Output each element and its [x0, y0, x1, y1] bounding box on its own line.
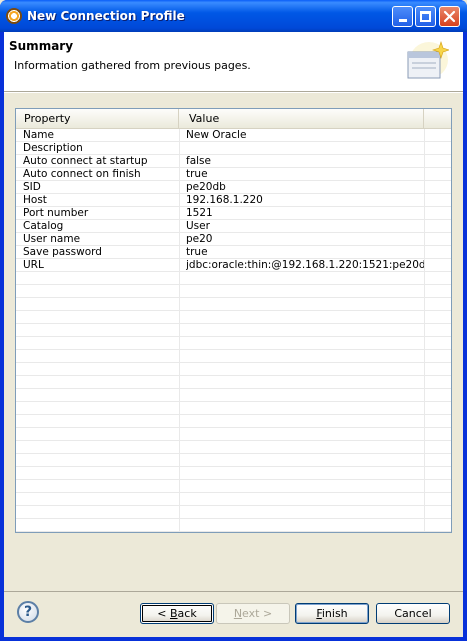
property-cell: Catalog — [23, 220, 64, 232]
minimize-button[interactable] — [392, 6, 413, 27]
value-cell: User — [186, 220, 210, 232]
cancel-button[interactable]: Cancel — [376, 603, 450, 624]
value-cell: New Oracle — [186, 129, 247, 141]
table-row[interactable] — [16, 519, 451, 532]
connection-wizard-icon — [407, 41, 449, 79]
table-body: Name New Oracle Description Auto connect at… — [16, 129, 451, 532]
header-divider — [4, 92, 463, 93]
table-row[interactable] — [16, 324, 451, 337]
table-row[interactable] — [16, 441, 451, 454]
table-row[interactable] — [16, 337, 451, 350]
table-row[interactable] — [16, 415, 451, 428]
property-cell: Auto connect on finish — [23, 168, 141, 180]
table-row[interactable] — [16, 480, 451, 493]
value-cell: pe20db — [186, 181, 226, 193]
finish-button[interactable]: Finish — [295, 603, 369, 624]
back-button-mnemonic: B — [170, 607, 178, 620]
maximize-button[interactable] — [415, 6, 436, 27]
table-row[interactable]: Port number 1521 — [16, 207, 451, 220]
column-header-property[interactable]: Property — [16, 109, 179, 128]
table-row[interactable] — [16, 298, 451, 311]
title-bar[interactable]: New Connection Profile — [0, 0, 467, 32]
minimize-icon — [398, 19, 407, 22]
table-row[interactable]: Catalog User — [16, 220, 451, 233]
value-cell: false — [186, 155, 211, 167]
property-cell: Port number — [23, 207, 89, 219]
table-header: Property Value — [16, 109, 451, 129]
wizard-header: Summary Information gathered from previo… — [4, 32, 463, 92]
table-row[interactable]: Auto connect on finish true — [16, 168, 451, 181]
property-cell: Name — [23, 129, 54, 141]
close-icon — [443, 10, 456, 23]
table-row[interactable] — [16, 506, 451, 519]
next-button-mnemonic: N — [233, 607, 243, 620]
finish-button-label: inish — [321, 607, 348, 620]
value-cell: 192.168.1.220 — [186, 194, 263, 206]
dialog-client: Summary Information gathered from previo… — [4, 32, 463, 637]
help-icon: ? — [23, 604, 33, 620]
window-title: New Connection Profile — [27, 9, 185, 23]
back-button-label: ack — [177, 607, 197, 620]
column-header-value[interactable]: Value — [179, 109, 424, 128]
table-row[interactable]: SID pe20db — [16, 181, 451, 194]
page-description: Information gathered from previous pages… — [14, 59, 251, 72]
eclipse-icon — [6, 8, 22, 24]
property-cell: User name — [23, 233, 81, 245]
table-row[interactable]: Name New Oracle — [16, 129, 451, 142]
button-bar-divider — [4, 591, 463, 592]
dialog-window: New Connection Profile Summary Informati… — [0, 0, 467, 641]
table-row[interactable]: User name pe20 — [16, 233, 451, 246]
summary-table[interactable]: Property Value Name New Oracle Description… — [15, 108, 452, 533]
table-row[interactable] — [16, 389, 451, 402]
property-cell: Save password — [23, 246, 102, 258]
table-row[interactable]: Description — [16, 142, 451, 155]
close-button[interactable] — [439, 6, 460, 27]
value-cell: pe20 — [186, 233, 213, 245]
value-cell: true — [186, 168, 208, 180]
table-row[interactable]: Auto connect at startup false — [16, 155, 451, 168]
table-row[interactable] — [16, 454, 451, 467]
property-cell: Description — [23, 142, 83, 154]
help-button[interactable]: ? — [17, 601, 39, 623]
table-row[interactable] — [16, 493, 451, 506]
value-cell: 1521 — [186, 207, 213, 219]
table-row[interactable] — [16, 350, 451, 363]
table-row[interactable] — [16, 402, 451, 415]
table-row[interactable] — [16, 272, 451, 285]
table-row[interactable]: URL jdbc:oracle:thin:@192.168.1.220:1521:… — [16, 259, 451, 272]
back-button[interactable]: < Back — [140, 603, 214, 624]
table-row[interactable] — [16, 285, 451, 298]
table-row[interactable] — [16, 467, 451, 480]
table-row[interactable] — [16, 428, 451, 441]
value-cell: jdbc:oracle:thin:@192.168.1.220:1521:pe2… — [186, 259, 424, 271]
back-button-prefix: < — [157, 607, 170, 620]
page-title: Summary — [9, 39, 74, 53]
table-row[interactable]: Save password true — [16, 246, 451, 259]
property-cell: Auto connect at startup — [23, 155, 148, 167]
property-cell: SID — [23, 181, 41, 193]
maximize-icon — [420, 11, 431, 22]
table-row[interactable]: Host 192.168.1.220 — [16, 194, 451, 207]
value-cell — [186, 142, 424, 155]
table-row[interactable] — [16, 363, 451, 376]
property-cell: Host — [23, 194, 47, 206]
value-cell: true — [186, 246, 208, 258]
table-row[interactable] — [16, 311, 451, 324]
table-row[interactable] — [16, 376, 451, 389]
property-cell: URL — [23, 259, 44, 271]
next-button[interactable]: Next > — [216, 603, 290, 624]
next-button-label: ext > — [242, 607, 273, 620]
